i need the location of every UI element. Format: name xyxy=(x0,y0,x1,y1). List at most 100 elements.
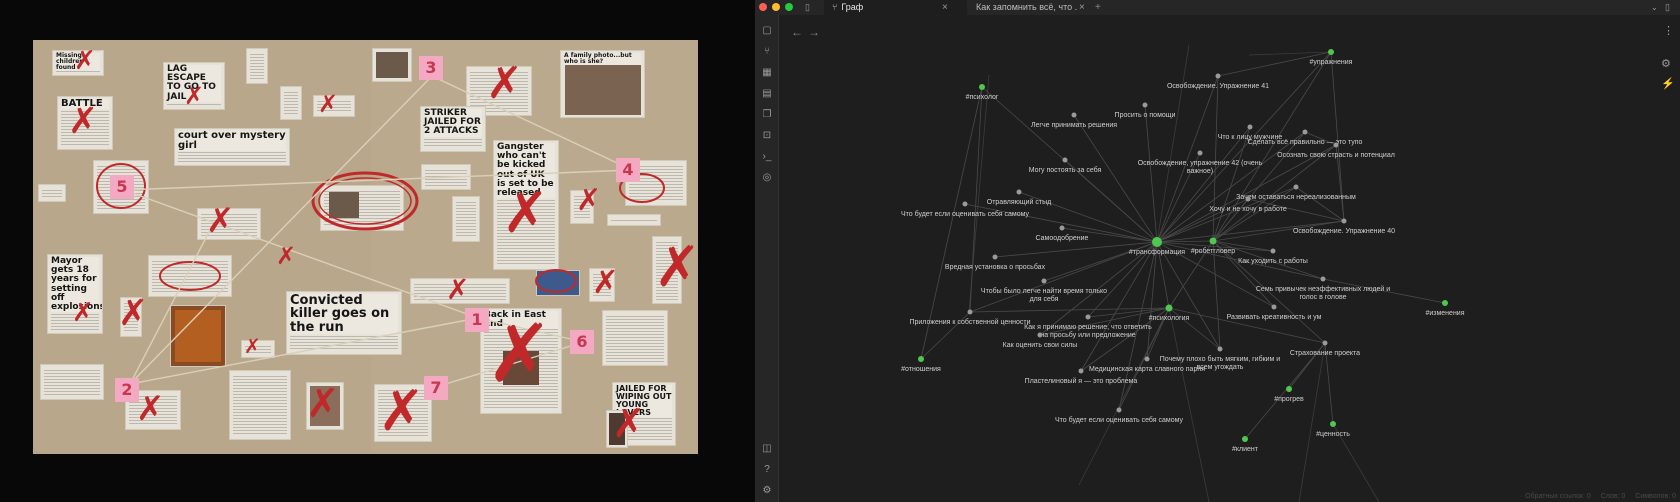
graph-node-dot[interactable] xyxy=(1247,124,1253,130)
graph-node[interactable]: Что будет если оценивать себя самому xyxy=(1055,407,1184,425)
string-lines xyxy=(123,75,633,387)
graph-node[interactable]: Самоодобрение xyxy=(1036,225,1089,243)
graph-node-dot[interactable] xyxy=(979,84,985,90)
graph-node-dot[interactable] xyxy=(1152,237,1162,247)
graph-node-label: Освобождение. Упражнение 41 xyxy=(1167,82,1269,90)
red-x-mark: ✗ xyxy=(318,90,339,118)
canvas-icon[interactable]: ▦ xyxy=(761,67,773,79)
graph-node[interactable]: #изменения xyxy=(1425,300,1465,317)
right-sidebar-toggle-icon[interactable]: ▯ xyxy=(1665,0,1670,15)
graph-node[interactable]: Освобождение, упражнение 42 (оченьважное… xyxy=(1138,150,1263,176)
graph-node-dot[interactable] xyxy=(1037,332,1043,338)
graph-canvas[interactable]: #упражнения Освобождение. Упражнение 41 #п… xyxy=(779,15,1680,502)
graph-node-dot[interactable] xyxy=(1197,150,1203,156)
graph-node[interactable]: #психология xyxy=(1149,304,1190,323)
graph-node[interactable]: #клиент xyxy=(1232,436,1259,453)
graph-edge xyxy=(969,86,983,313)
graph-node-dot[interactable] xyxy=(1085,314,1091,320)
copy-icon[interactable]: ❐ xyxy=(761,109,773,121)
chevron-down-icon[interactable]: ⌄ xyxy=(1651,0,1658,15)
graph-node-dot[interactable] xyxy=(1016,189,1022,195)
graph-node-label: Страхование проекта xyxy=(1290,350,1360,357)
sidebar-toggle-icon[interactable]: ▯ xyxy=(805,0,810,15)
graph-node-dot[interactable] xyxy=(1320,276,1326,282)
graph-node-dot[interactable] xyxy=(1245,196,1251,202)
red-x-mark: ✗ xyxy=(378,379,425,444)
graph-node[interactable]: Чтобы было легче найти время толькодля с… xyxy=(981,278,1107,304)
graph-edge xyxy=(1144,104,1158,243)
graph-node-dot[interactable] xyxy=(1302,129,1308,135)
graph-node-dot[interactable] xyxy=(1442,300,1448,306)
graph-node-dot[interactable] xyxy=(1333,142,1339,148)
sticky-note-7: 7 xyxy=(424,376,448,400)
file-switcher-icon[interactable]: ▢ xyxy=(761,25,773,37)
graph-node-label: для себя xyxy=(1030,295,1059,303)
graph-node[interactable]: #прогрев xyxy=(1274,386,1304,403)
graph-node-dot[interactable] xyxy=(1078,368,1084,374)
graph-node-label: Просить о помощи xyxy=(1115,112,1176,119)
window-close-button[interactable] xyxy=(759,3,767,11)
graph-edge xyxy=(1080,241,1158,372)
graph-node-dot[interactable] xyxy=(1165,304,1173,312)
vault-switcher-icon[interactable]: ◫ xyxy=(761,443,773,455)
graph-node-dot[interactable] xyxy=(1286,386,1292,392)
graph-node[interactable]: #психолог xyxy=(966,84,999,101)
graph-node-dot[interactable] xyxy=(1071,112,1077,118)
help-icon[interactable]: ? xyxy=(761,464,773,476)
terminal-icon[interactable]: ›_ xyxy=(761,151,773,163)
graph-view[interactable]: ← → ⋮ ⚙ ⚡ #упражнения Освобождение. Упраж… xyxy=(779,15,1680,502)
graph-node-dot[interactable] xyxy=(1293,184,1299,190)
graph-node-dot[interactable] xyxy=(1330,421,1336,427)
window-minimize-button[interactable] xyxy=(772,3,780,11)
graph-node[interactable]: Страхование проекта xyxy=(1290,340,1360,358)
graph-node-dot[interactable] xyxy=(1270,248,1276,254)
graph-node[interactable]: Приложения к собственной ценности xyxy=(909,309,1031,327)
graph-node[interactable]: Семь привычек неэффективных людей иголос… xyxy=(1256,276,1390,302)
graph-node-dot[interactable] xyxy=(1217,346,1223,352)
tab-close-icon[interactable]: × xyxy=(942,0,948,15)
graph-node-dot[interactable] xyxy=(1144,356,1150,362)
graph-node[interactable]: #отношения xyxy=(901,356,941,373)
graph-node-dot[interactable] xyxy=(967,309,973,315)
graph-node[interactable]: Легче принимать решения xyxy=(1031,112,1117,130)
graph-node-dot[interactable] xyxy=(1209,237,1217,245)
graph-node-label: #клиент xyxy=(1232,446,1259,453)
graph-node-dot[interactable] xyxy=(1215,73,1221,79)
graph-node-dot[interactable] xyxy=(1059,225,1065,231)
window-maximize-button[interactable] xyxy=(785,3,793,11)
graph-node[interactable]: Просить о помощи xyxy=(1115,102,1176,120)
graph-node[interactable]: Отравляющий стыд xyxy=(987,189,1051,207)
graph-node[interactable]: Вредная установка о просьбах xyxy=(945,254,1046,272)
sticky-note-4: 4 xyxy=(616,158,640,182)
graph-node-dot[interactable] xyxy=(1328,49,1334,55)
graph-node-dot[interactable] xyxy=(1341,218,1347,224)
graph-edge xyxy=(1168,307,1210,502)
microphone-icon[interactable]: ◎ xyxy=(761,172,773,184)
graph-node[interactable]: Развивать креативность и ум xyxy=(1227,304,1322,322)
graph-node-label: #робетгловер xyxy=(1191,247,1235,255)
graph-node-dot[interactable] xyxy=(962,201,968,207)
graph-node-dot[interactable] xyxy=(992,254,998,260)
graph-node[interactable]: Как уходить с работы xyxy=(1238,248,1308,266)
new-tab-button[interactable]: + xyxy=(1095,0,1101,15)
graph-node-dot[interactable] xyxy=(1116,407,1122,413)
graph-view-icon[interactable]: ⑂ xyxy=(761,46,773,58)
graph-node-label: Как я принимаю решение, что ответить xyxy=(1024,324,1152,331)
graph-node-dot[interactable] xyxy=(1041,278,1047,284)
graph-node[interactable]: #ценность xyxy=(1316,421,1350,438)
graph-node-dot[interactable] xyxy=(1271,304,1277,310)
graph-node-dot[interactable] xyxy=(1142,102,1148,108)
graph-node-dot[interactable] xyxy=(918,356,924,362)
tab-note[interactable]: Как запомнить всё, что ... xyxy=(968,0,1078,15)
graph-node-dot[interactable] xyxy=(1062,157,1068,163)
graph-node-dot[interactable] xyxy=(1322,340,1328,346)
command-palette-icon[interactable]: ⊡ xyxy=(761,130,773,142)
settings-gear-icon[interactable]: ⚙ xyxy=(761,485,773,497)
graph-node[interactable]: Могу постоять за себя xyxy=(1029,157,1102,175)
graph-node-label: Приложения к собственной ценности xyxy=(909,318,1030,326)
tab-close-icon[interactable]: × xyxy=(1079,0,1085,15)
graph-node[interactable]: Как я принимаю решение, что ответитьна п… xyxy=(1024,314,1152,340)
red-x-mark: ✗ xyxy=(446,273,470,306)
graph-node-dot[interactable] xyxy=(1242,436,1248,442)
calendar-icon[interactable]: ▤ xyxy=(761,88,773,100)
